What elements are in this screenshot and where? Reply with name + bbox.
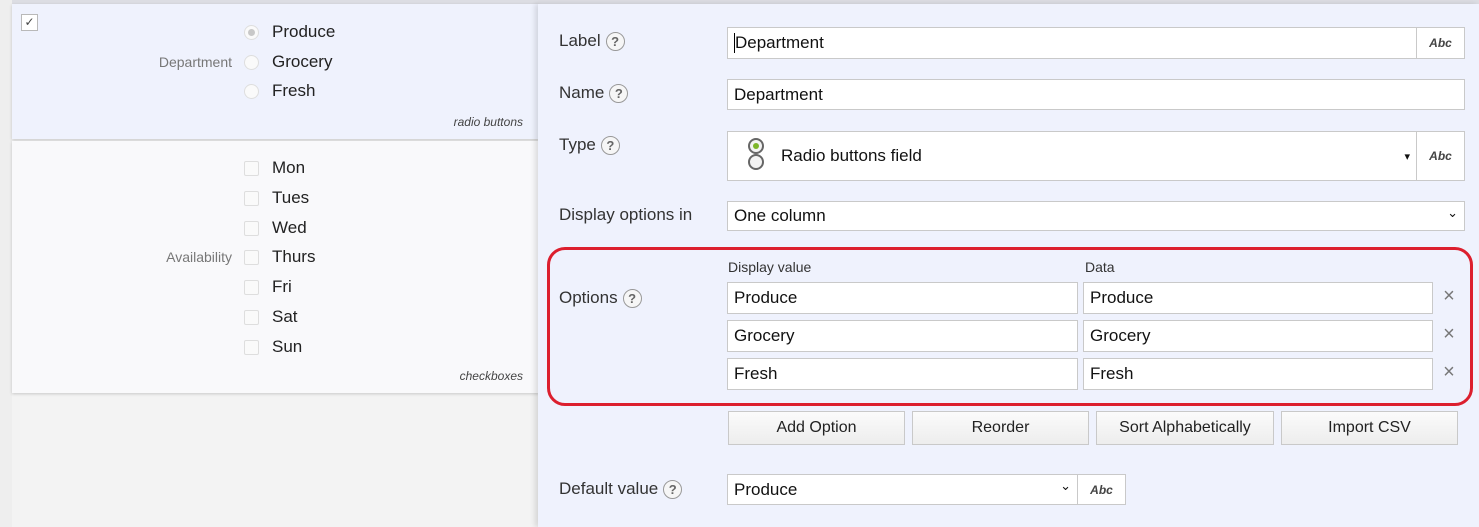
radio-unchecked-icon[interactable] [244, 83, 259, 99]
field-kind-label: radio buttons [453, 115, 523, 129]
radio-option[interactable]: Fresh [244, 79, 315, 103]
option-data-value: Fresh [1090, 364, 1134, 383]
type-abc-button[interactable]: Abc [1416, 131, 1465, 181]
default-value-select[interactable]: Produce ⌄ [727, 474, 1078, 505]
display-options-value: One column [734, 206, 826, 225]
radio-option-label: Grocery [272, 52, 333, 71]
help-icon[interactable]: ? [600, 135, 620, 155]
help-icon[interactable]: ? [622, 288, 642, 308]
checkbox-icon[interactable] [244, 220, 259, 236]
chevron-down-icon: ⌄ [1060, 478, 1071, 493]
checkbox-option-label: Sat [272, 307, 298, 326]
remove-option-icon[interactable]: × [1439, 285, 1459, 308]
option-display-input[interactable]: Grocery [727, 320, 1078, 352]
radio-option[interactable]: Grocery [244, 50, 332, 74]
checkbox-option-label: Wed [272, 218, 307, 237]
checkbox-icon[interactable] [244, 160, 259, 176]
checkbox-icon[interactable] [244, 309, 259, 325]
field-editor-panel: Label ? Department Abc Name ? Department… [538, 4, 1479, 527]
type-caption: Type [559, 135, 596, 154]
name-input[interactable]: Department [727, 79, 1465, 110]
chevron-down-icon: ⌄ [1447, 205, 1458, 220]
checkbox-option[interactable]: Tues [244, 186, 309, 210]
checkbox-option[interactable]: Sun [244, 335, 302, 359]
radio-checked-icon[interactable] [244, 24, 259, 40]
help-icon[interactable]: ? [663, 479, 683, 499]
option-display-input[interactable]: Produce [727, 282, 1078, 314]
label-abc-button[interactable]: Abc [1416, 27, 1465, 59]
add-option-button[interactable]: Add Option [728, 411, 905, 445]
help-icon[interactable]: ? [605, 31, 625, 51]
option-data-input[interactable]: Grocery [1083, 320, 1433, 352]
checkbox-option-label: Sun [272, 337, 303, 356]
checkbox-field-label: Availability [166, 249, 232, 265]
default-value-abc-button[interactable]: Abc [1077, 474, 1126, 505]
checkbox-option-label: Mon [272, 158, 306, 177]
checkbox-option[interactable]: Thurs [244, 245, 315, 269]
option-data-input[interactable]: Fresh [1083, 358, 1433, 390]
label-row-caption: Label ? [559, 31, 625, 51]
checkbox-icon[interactable] [244, 249, 259, 265]
type-select[interactable]: Radio buttons field ▾ [727, 131, 1417, 181]
remove-option-icon[interactable]: × [1439, 361, 1459, 384]
option-display-value: Fresh [734, 364, 778, 383]
preview-checkbox-field-card[interactable]: Availability Mon Tues Wed Thurs Fri Sat … [12, 141, 539, 393]
option-display-value: Produce [734, 288, 798, 307]
radio-unchecked-icon[interactable] [244, 54, 259, 70]
type-select-value: Radio buttons field [781, 146, 922, 165]
default-value-value: Produce [734, 479, 798, 499]
option-data-input[interactable]: Produce [1083, 282, 1433, 314]
label-input-value: Department [735, 33, 824, 52]
radio-option-label: Fresh [272, 81, 316, 100]
import-csv-button[interactable]: Import CSV [1281, 411, 1458, 445]
options-caption: Options [559, 288, 618, 307]
help-icon[interactable]: ? [609, 83, 629, 103]
select-checkbox[interactable]: ✓ [21, 14, 38, 31]
type-row-caption: Type ? [559, 135, 620, 155]
checkbox-option[interactable]: Sat [244, 305, 298, 329]
data-column-header: Data [1085, 259, 1115, 275]
option-data-value: Grocery [1090, 326, 1151, 345]
checkbox-option-label: Thurs [272, 247, 316, 266]
checkbox-option[interactable]: Fri [244, 275, 292, 299]
option-display-input[interactable]: Fresh [727, 358, 1078, 390]
radio-field-label: Department [158, 54, 232, 70]
radio-type-icon [748, 138, 764, 154]
name-row-caption: Name ? [559, 83, 629, 103]
display-value-column-header: Display value [728, 259, 812, 275]
checkbox-icon[interactable] [244, 339, 259, 355]
checkbox-icon[interactable] [244, 190, 259, 206]
radio-option[interactable]: Produce [244, 20, 335, 44]
dropdown-arrow-icon: ▾ [1404, 150, 1410, 163]
display-options-select[interactable]: One column ⌄ [727, 201, 1465, 231]
default-value-row-caption: Default value ? [559, 479, 683, 499]
checkbox-option-label: Fri [272, 277, 292, 296]
checkbox-icon[interactable] [244, 279, 259, 295]
options-row-caption: Options ? [559, 288, 642, 308]
label-caption: Label [559, 31, 601, 50]
option-data-value: Produce [1090, 288, 1154, 307]
radio-type-icon [748, 154, 764, 170]
option-display-value: Grocery [734, 326, 795, 345]
preview-radio-field-card[interactable]: ✓ Department Produce Grocery Fresh radio… [12, 4, 539, 139]
label-input[interactable]: Department [727, 27, 1417, 59]
display-options-caption: Display options in [559, 205, 693, 224]
name-caption: Name [559, 83, 605, 102]
field-kind-label: checkboxes [459, 369, 523, 383]
checkbox-option[interactable]: Wed [244, 216, 307, 240]
remove-option-icon[interactable]: × [1439, 323, 1459, 346]
radio-option-label: Produce [272, 22, 336, 41]
default-value-caption: Default value [559, 479, 659, 498]
check-icon: ✓ [24, 15, 35, 29]
reorder-button[interactable]: Reorder [912, 411, 1089, 445]
left-edge [0, 0, 12, 527]
sort-alphabetically-button[interactable]: Sort Alphabetically [1096, 411, 1274, 445]
checkbox-option-label: Tues [272, 188, 310, 207]
checkbox-option[interactable]: Mon [244, 156, 305, 180]
name-input-value: Department [734, 84, 823, 104]
